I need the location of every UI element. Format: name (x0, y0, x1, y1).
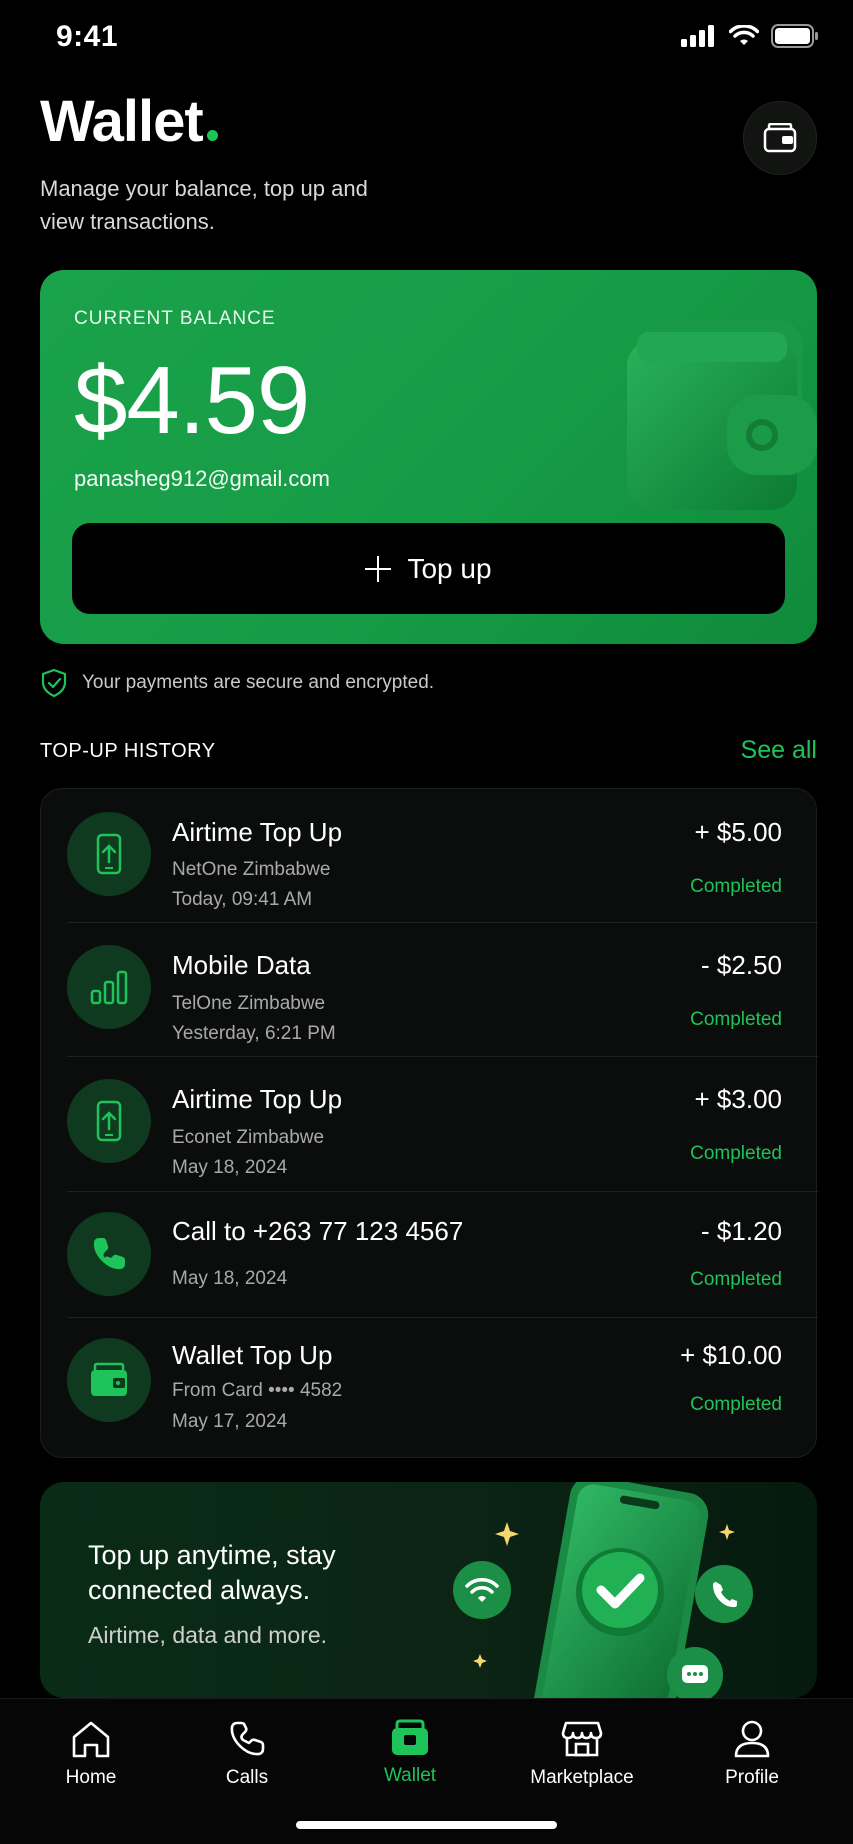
list-item[interactable]: Mobile Data TelOne Zimbabwe Yesterday, 6… (41, 923, 818, 1057)
nav-label: Marketplace (530, 1767, 634, 1788)
phone-topup-icon (67, 1079, 151, 1163)
status-icons (681, 24, 819, 48)
tx-date: Yesterday, 6:21 PM (172, 1023, 336, 1044)
nav-wallet[interactable]: Wallet (335, 1719, 485, 1787)
top-up-history-list: Airtime Top Up NetOne Zimbabwe Today, 09… (40, 788, 818, 1458)
signal-bars-icon (67, 945, 151, 1029)
see-all-link[interactable]: See all (741, 736, 817, 765)
promo-title: Top up anytime, stay connected always. (88, 1540, 336, 1605)
tx-title: Call to +263 77 123 4567 (172, 1216, 464, 1246)
tx-title: Airtime Top Up (172, 817, 343, 847)
list-item[interactable]: Airtime Top Up NetOne Zimbabwe Today, 09… (41, 789, 818, 923)
cellular-signal-icon (681, 25, 714, 47)
tx-amount: + $5.00 (694, 817, 782, 847)
page-subtitle: Manage your balance, top up and view tra… (40, 176, 368, 234)
store-icon (561, 1721, 603, 1757)
top-up-button[interactable]: Top up (72, 523, 785, 614)
nav-home[interactable]: Home (16, 1719, 166, 1789)
title-accent-dot (206, 130, 218, 141)
wifi-icon (729, 25, 759, 45)
tx-status: Completed (690, 1394, 782, 1415)
nav-label: Home (65, 1767, 117, 1788)
phone-success-illustration (453, 1482, 753, 1698)
security-note: Your payments are secure and encrypted. (40, 668, 434, 698)
tx-date: May 17, 2024 (172, 1411, 288, 1432)
tx-amount: + $10.00 (680, 1340, 782, 1370)
top-up-label: Top up (407, 552, 492, 584)
home-indicator[interactable] (296, 1821, 557, 1829)
phone-icon (230, 1721, 265, 1756)
tx-date: Today, 09:41 AM (172, 889, 313, 910)
nav-calls[interactable]: Calls (172, 1719, 322, 1789)
nav-label: Calls (225, 1767, 269, 1788)
nav-label: Profile (725, 1767, 779, 1788)
plus-icon (365, 555, 392, 582)
shield-check-icon (41, 668, 67, 698)
tx-amount: - $2.50 (701, 950, 782, 980)
page-title-wrap: Wallet (40, 88, 218, 155)
tx-provider: From Card •••• 4582 (172, 1380, 343, 1401)
wallet-icon (67, 1338, 151, 1422)
battery-icon (771, 24, 818, 48)
nav-label: Wallet (383, 1765, 437, 1786)
tx-date: May 18, 2024 (172, 1268, 288, 1289)
status-bar: 9:41 (0, 0, 853, 78)
phone-topup-icon (67, 812, 151, 896)
tx-amount: - $1.20 (701, 1216, 782, 1246)
wallet-icon (763, 123, 797, 153)
balance-card: CURRENT BALANCE $4.59 panasheg912@gmail.… (40, 270, 817, 644)
tx-status: Completed (690, 1269, 782, 1290)
promo-banner[interactable]: Top up anytime, stay connected always. A… (40, 1482, 817, 1698)
security-note-text: Your payments are secure and encrypted. (82, 672, 435, 693)
wallet-illustration (627, 320, 817, 510)
tx-title: Airtime Top Up (172, 1084, 343, 1114)
wallet-icon (392, 1719, 428, 1755)
nav-marketplace[interactable]: Marketplace (507, 1719, 657, 1789)
tx-status: Completed (690, 876, 782, 897)
tx-status: Completed (690, 1009, 782, 1030)
account-email: panasheg912@gmail.com (74, 466, 330, 491)
tx-provider: TelOne Zimbabwe (172, 993, 326, 1014)
balance-label: CURRENT BALANCE (74, 308, 276, 329)
user-icon (734, 1720, 770, 1758)
tx-status: Completed (690, 1143, 782, 1164)
tx-amount: + $3.00 (694, 1084, 782, 1114)
tx-date: May 18, 2024 (172, 1157, 288, 1178)
page-title: Wallet (40, 89, 204, 154)
list-item[interactable]: Airtime Top Up Econet Zimbabwe May 18, 2… (41, 1057, 818, 1192)
tx-provider: NetOne Zimbabwe (172, 859, 331, 880)
list-item[interactable]: Call to +263 77 123 4567 May 18, 2024 - … (41, 1192, 818, 1318)
status-time: 9:41 (56, 20, 119, 53)
header-wallet-button[interactable] (743, 101, 817, 175)
list-item[interactable]: Wallet Top Up From Card •••• 4582 May 17… (41, 1318, 818, 1458)
tx-title: Mobile Data (172, 950, 311, 980)
history-section-title: TOP-UP HISTORY (40, 740, 216, 762)
promo-subtitle: Airtime, data and more. (88, 1622, 328, 1648)
nav-profile[interactable]: Profile (677, 1719, 827, 1789)
phone-call-icon (67, 1212, 151, 1296)
balance-amount: $4.59 (74, 347, 310, 454)
home-icon (72, 1721, 110, 1758)
tx-provider: Econet Zimbabwe (172, 1127, 325, 1148)
tx-title: Wallet Top Up (172, 1340, 333, 1370)
